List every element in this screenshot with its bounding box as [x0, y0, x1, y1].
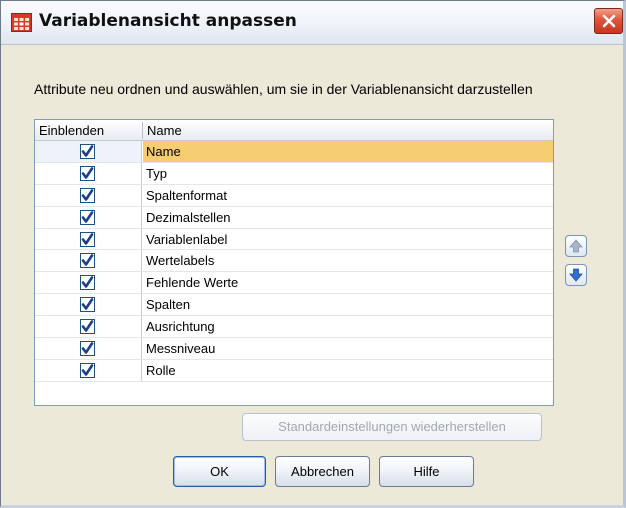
show-checkbox[interactable] [80, 341, 95, 357]
table-row[interactable]: Ausrichtung [35, 316, 553, 339]
arrow-up-icon [569, 239, 583, 253]
help-button[interactable]: Hilfe [379, 456, 474, 487]
column-header-name[interactable]: Name [147, 123, 182, 138]
checkmark-icon [81, 188, 94, 201]
table-row[interactable]: Fehlende Werte [35, 272, 553, 295]
attribute-name: Fehlende Werte [146, 275, 239, 291]
attribute-name: Rolle [146, 362, 176, 378]
table-header: Einblenden Name [35, 120, 553, 141]
show-checkbox[interactable] [80, 275, 95, 291]
close-button[interactable] [594, 8, 623, 34]
show-cell [35, 272, 142, 294]
show-cell [35, 359, 142, 381]
show-checkbox[interactable] [80, 187, 95, 203]
move-up-button[interactable] [565, 235, 587, 257]
attribute-name: Wertelabels [146, 253, 215, 269]
show-cell [35, 316, 142, 338]
show-cell [35, 338, 142, 359]
close-icon [602, 14, 616, 28]
attribute-name: Ausrichtung [146, 319, 215, 335]
attribute-name: Variablenlabel [146, 231, 228, 247]
attribute-name: Dezimalstellen [146, 209, 231, 225]
cancel-button[interactable]: Abbrechen [275, 456, 370, 487]
attribute-name: Messniveau [146, 341, 216, 357]
show-cell [35, 228, 142, 250]
attribute-table: Einblenden Name Name Typ Spaltenformat Dezi… [34, 119, 554, 406]
show-checkbox[interactable] [80, 209, 95, 225]
show-checkbox[interactable] [80, 253, 95, 269]
table-row[interactable]: Dezimalstellen [35, 206, 553, 229]
show-checkbox[interactable] [80, 144, 95, 159]
ok-button[interactable]: OK [173, 456, 266, 487]
show-cell [35, 184, 142, 206]
table-row[interactable]: Wertelabels [35, 250, 553, 273]
table-row[interactable]: Rolle [35, 359, 553, 382]
checkmark-icon [81, 276, 94, 289]
attribute-name: Name [143, 141, 553, 162]
table-row[interactable]: Messniveau [35, 338, 553, 360]
checkmark-icon [81, 145, 94, 157]
column-header-show[interactable]: Einblenden [39, 123, 104, 138]
title-bar[interactable]: Variablenansicht anpassen [1, 1, 623, 45]
table-row[interactable]: Typ [35, 162, 553, 185]
show-checkbox[interactable] [80, 362, 95, 378]
dialog-window: Variablenansicht anpassen Attribute neu … [0, 0, 626, 508]
attribute-name: Spalten [146, 297, 191, 313]
move-down-button[interactable] [565, 264, 587, 286]
show-cell [35, 141, 142, 162]
table-row[interactable]: Name [35, 141, 553, 163]
show-cell [35, 162, 142, 184]
restore-defaults-button[interactable]: Standardeinstellungen wiederherstellen [242, 413, 542, 441]
checkmark-icon [81, 320, 94, 332]
show-checkbox[interactable] [80, 165, 95, 181]
show-checkbox[interactable] [80, 297, 95, 313]
show-checkbox[interactable] [80, 231, 95, 247]
table-row[interactable]: Spalten [35, 294, 553, 317]
show-cell [35, 250, 142, 272]
table-body: Name Typ Spaltenformat Dezimalstellen Variab… [35, 141, 553, 382]
attribute-name: Spaltenformat [146, 187, 227, 203]
instruction-text: Attribute neu ordnen und auswählen, um s… [34, 81, 533, 97]
column-divider[interactable] [142, 122, 143, 139]
show-checkbox[interactable] [80, 319, 95, 335]
dialog-title: Variablenansicht anpassen [39, 11, 297, 31]
checkmark-icon [81, 298, 94, 311]
checkmark-icon [81, 342, 94, 354]
checkmark-icon [81, 254, 94, 267]
checkmark-icon [81, 364, 94, 376]
checkmark-icon [81, 210, 94, 223]
show-cell [35, 206, 142, 228]
table-grid-icon [11, 13, 32, 32]
arrow-down-icon [569, 268, 583, 282]
table-row[interactable]: Variablenlabel [35, 228, 553, 251]
attribute-name: Typ [146, 165, 167, 181]
table-row[interactable]: Spaltenformat [35, 184, 553, 207]
checkmark-icon [81, 167, 94, 179]
show-cell [35, 294, 142, 316]
checkmark-icon [81, 232, 94, 245]
